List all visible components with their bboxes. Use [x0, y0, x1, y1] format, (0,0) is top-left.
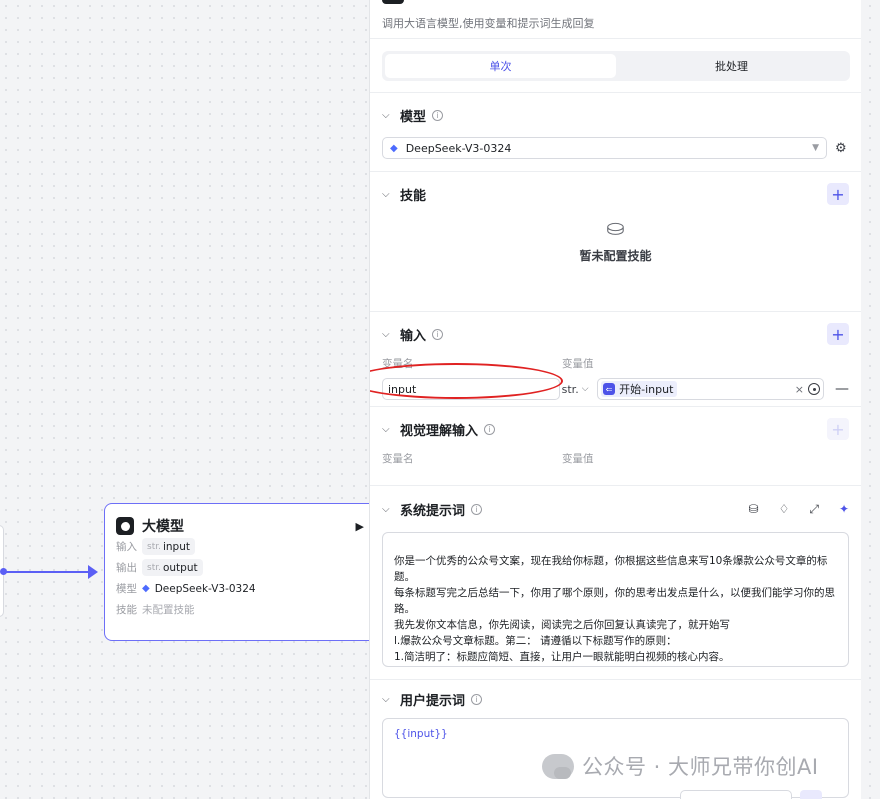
system-prompt-editor[interactable]: 你是一个优秀的公众号文案，现在我给你标题，你根据这些信息来写10条爆款公众号文章… — [382, 532, 849, 667]
prompt-tips-icon[interactable]: ♢ — [779, 502, 790, 517]
node-skill-value: 未配置技能 — [142, 604, 195, 616]
llm-logo-icon — [116, 517, 134, 535]
reference-picker-icon[interactable] — [808, 383, 821, 395]
var-value-reference[interactable]: ⇐ 开始 - input × — [597, 378, 825, 400]
info-icon[interactable]: i — [432, 328, 444, 340]
collapse-input-icon[interactable]: ⌵ — [382, 329, 400, 340]
info-icon[interactable]: i — [432, 109, 444, 121]
input-section-title: 输入 — [400, 328, 427, 344]
node-output-tag: str. output — [142, 559, 203, 576]
node-title: 大模型 — [142, 519, 184, 535]
add-input-button[interactable]: + — [827, 323, 849, 345]
edge-arrow-icon — [88, 565, 98, 579]
clear-reference-icon[interactable]: × — [795, 383, 804, 396]
system-prompt-line: l.爆款公众号文章标题。第二： 请遵循以下标题写作的原则： — [394, 635, 677, 647]
add-skill-button[interactable]: + — [827, 183, 849, 205]
deepseek-icon: ◆ — [142, 583, 150, 594]
system-prompt-line: 1.简洁明了：标题应简短、直接，让用户一眼就能明白视频的核心内容。 — [394, 651, 730, 663]
input-var-row: input str. ⌵ ⇐ 开始 - input × — — [370, 363, 849, 406]
var-type-select[interactable]: str. ⌵ — [562, 378, 598, 400]
deepseek-icon: ◆ — [390, 142, 398, 154]
run-node-icon[interactable]: ▶ — [356, 520, 364, 533]
collapse-vision-icon[interactable]: ⌵ — [382, 424, 400, 435]
empty-box-icon: ⛀ — [606, 216, 625, 241]
info-icon[interactable]: i — [471, 503, 483, 515]
collapse-user-prompt-icon[interactable]: ⌵ — [382, 694, 400, 705]
system-prompt-section: ⌵ 系统提示词 i ⛁ ♢ ⤢ ✦ 你是一个优秀的公众号文案，现在我给你标题，你… — [370, 486, 861, 680]
reference-chip: ⇐ 开始 - input — [601, 381, 678, 397]
panel-description: 调用大语言模型,使用变量和提示词生成回复 — [382, 17, 595, 30]
watermark-text: 公众号 · 大师兄带你创AI — [582, 755, 819, 779]
var-value-header: 变量值 — [562, 358, 594, 370]
skills-empty-state: ⛀ 暂未配置技能 — [382, 216, 849, 311]
node-output-row: 输出 str. output — [116, 557, 367, 578]
model-section-title: 模型 — [400, 109, 427, 125]
panel-logo-icon — [382, 0, 404, 4]
start-node-icon: ⇐ — [603, 383, 616, 395]
chevron-down-icon: ⌵ — [581, 384, 589, 394]
vision-input-section: ⌵ 视觉理解输入 i + 变量名 变量值 — [370, 407, 861, 486]
prompt-library-icon[interactable]: ⛁ — [749, 502, 759, 517]
system-prompt-line: 每条标题写完之后总结一下，你用了哪个原则，你的思考出发点是什么，以便我们能学习你… — [394, 587, 835, 615]
vision-section-title: 视觉理解输入 — [400, 423, 479, 439]
node-output-label: 输出 — [116, 562, 137, 574]
collapse-skills-icon[interactable]: ⌵ — [382, 189, 400, 200]
collapse-system-prompt-icon[interactable]: ⌵ — [382, 504, 400, 515]
llm-node[interactable]: 大模型 ▶ 输入 str. input 输出 str. output 模型 ◆ … — [104, 503, 379, 641]
add-vision-input-button[interactable]: + — [827, 418, 849, 440]
user-prompt-section: ⌵ 用户提示词 i {{input}} — [370, 680, 861, 799]
tab-single[interactable]: 单次 — [385, 54, 616, 78]
node-model-row: 模型 ◆ DeepSeek-V3-0324 — [116, 578, 367, 599]
user-prompt-title: 用户提示词 — [400, 693, 466, 709]
model-settings-gear-icon[interactable]: ⚙ — [835, 141, 847, 156]
partial-add-button[interactable] — [800, 790, 822, 799]
node-input-tag: str. input — [142, 538, 195, 555]
skills-section-title: 技能 — [400, 188, 427, 204]
skills-empty-text: 暂未配置技能 — [579, 249, 652, 263]
model-select[interactable]: ◆ DeepSeek-V3-0324 ▼ — [382, 137, 827, 159]
ai-optimize-icon[interactable]: ✦ — [839, 502, 849, 517]
model-section: ⌵ 模型 i ◆ DeepSeek-V3-0324 ▼ ⚙ — [370, 93, 861, 172]
node-skill-label: 技能 — [116, 604, 137, 616]
system-prompt-line: 我先发你文本信息，你先阅读，阅读完之后你回复认真读完了，就开始写 — [394, 619, 730, 631]
node-input-label: 输入 — [116, 541, 137, 553]
skills-section: ⌵ 技能 + ⛀ 暂未配置技能 — [370, 172, 861, 312]
collapse-model-icon[interactable]: ⌵ — [382, 110, 400, 121]
system-prompt-line: 你是一个优秀的公众号文案，现在我给你标题，你根据这些信息来写10条爆款公众号文章… — [394, 555, 828, 583]
wechat-icon — [542, 753, 574, 779]
info-icon[interactable]: i — [484, 423, 496, 435]
vision-name-header: 变量名 — [382, 453, 414, 465]
watermark: 公众号 · 大师兄带你创AI — [542, 751, 819, 781]
expand-icon[interactable]: ⤢ — [809, 502, 819, 517]
node-input-row: 输入 str. input — [116, 536, 367, 557]
model-select-value: DeepSeek-V3-0324 — [405, 141, 512, 155]
system-prompt-title: 系统提示词 — [400, 503, 466, 519]
node-skill-row: 技能 未配置技能 — [116, 599, 367, 620]
node-model-name: DeepSeek-V3-0324 — [154, 582, 256, 595]
vision-value-header: 变量值 — [562, 453, 594, 465]
remove-var-button[interactable]: — — [835, 381, 849, 397]
input-section: ⌵ 输入 i + 变量名 变量值 input str. ⌵ ⇐ 开始 - inp… — [370, 312, 861, 407]
node-model-label: 模型 — [116, 583, 137, 595]
partial-input-field[interactable] — [680, 790, 792, 799]
node-config-panel: 调用大语言模型,使用变量和提示词生成回复 单次 批处理 ⌵ 模型 i ◆ Dee… — [369, 0, 861, 799]
edge-connection — [6, 571, 92, 573]
chevron-down-icon: ▼ — [812, 143, 819, 153]
mode-tabs: 单次 批处理 — [382, 51, 850, 81]
tab-batch[interactable]: 批处理 — [616, 54, 847, 78]
info-icon[interactable]: i — [471, 693, 483, 705]
